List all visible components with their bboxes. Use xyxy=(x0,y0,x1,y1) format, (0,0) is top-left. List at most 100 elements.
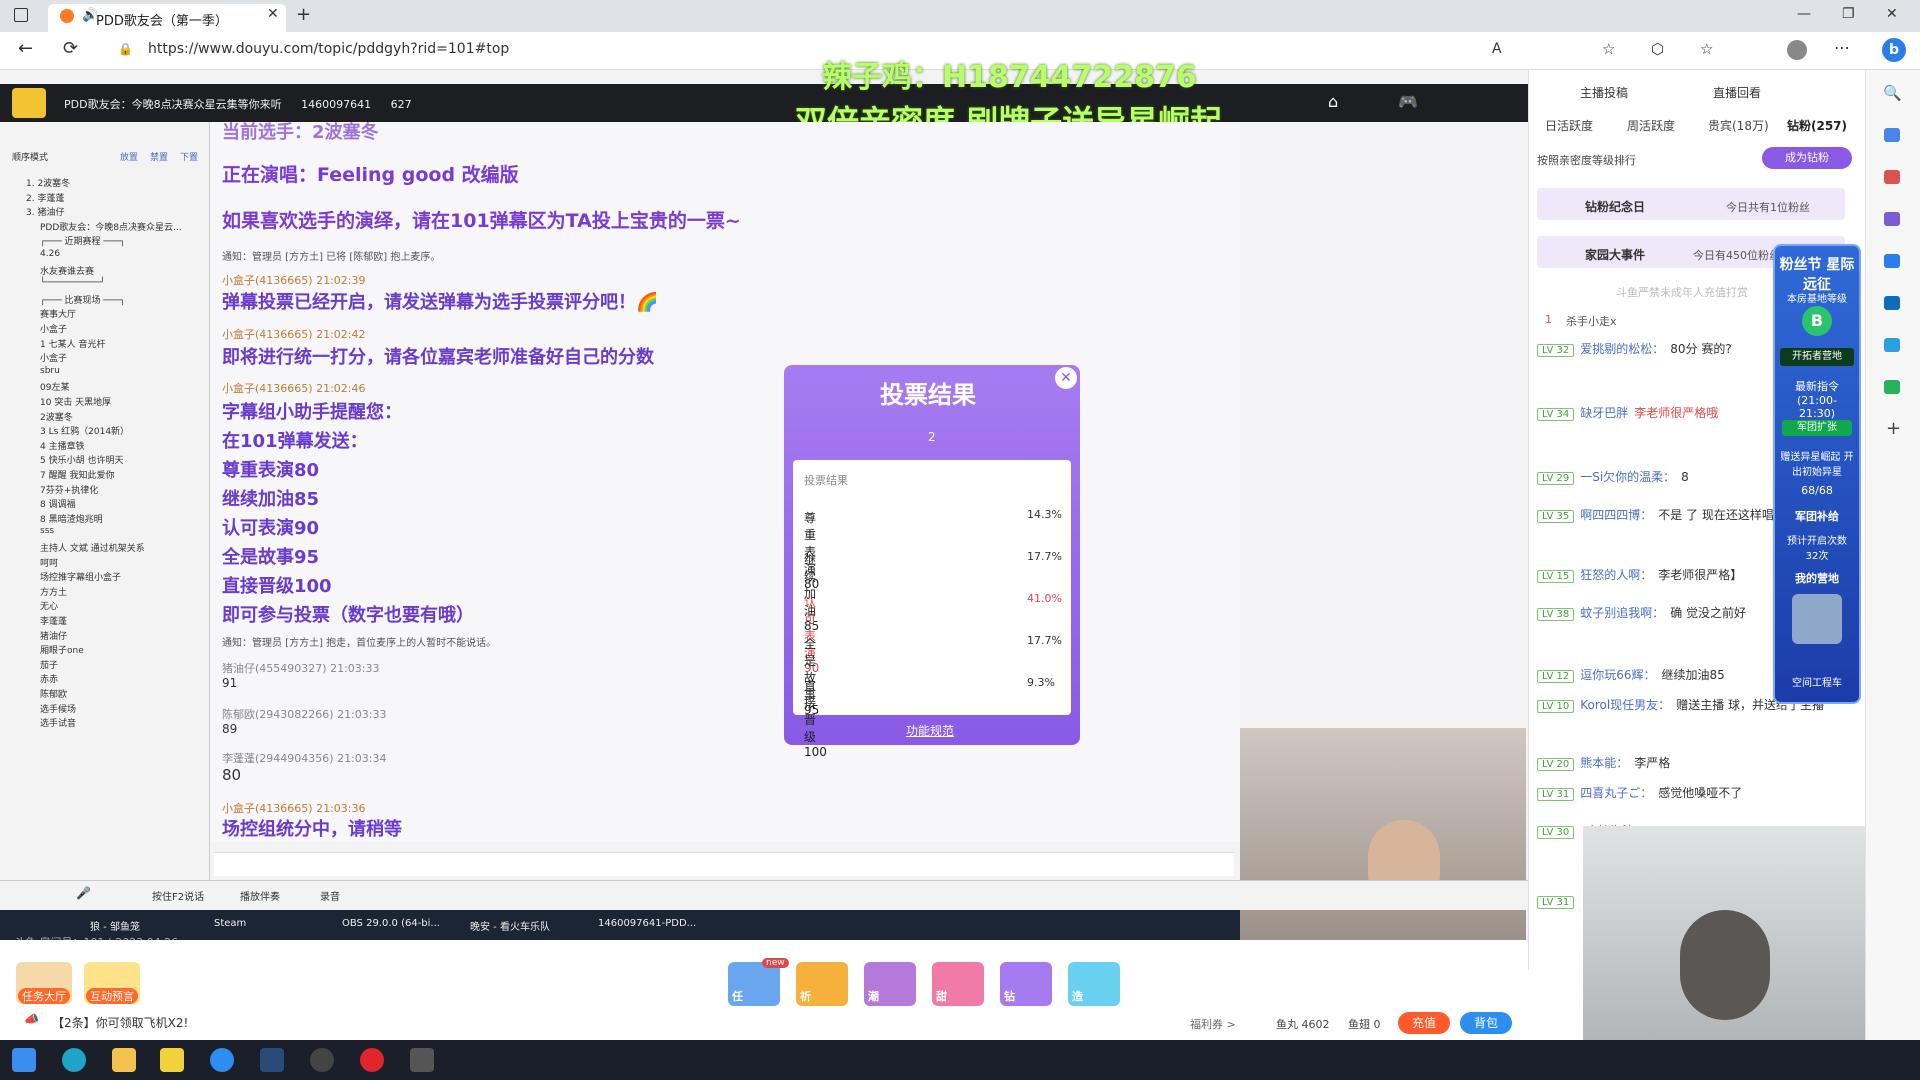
file-explorer-icon[interactable] xyxy=(112,1048,136,1072)
scene-item[interactable]: 选手试音 xyxy=(40,716,76,729)
scene-item[interactable]: 7芬芬+执律化 xyxy=(40,483,98,496)
tree-icon[interactable] xyxy=(1884,380,1900,394)
danmaku-row[interactable]: LV 35 啊四四四博： 不是 了 现在还这样唱 xyxy=(1537,506,1774,523)
danmaku-user[interactable]: 啊四四四博： xyxy=(1580,508,1652,522)
scene-item[interactable]: 3. 猪油仔 xyxy=(26,205,64,218)
game-icon[interactable]: 🎮 xyxy=(1398,92,1418,111)
tab-weekly[interactable]: 周活跃度 xyxy=(1627,117,1675,134)
restore-icon[interactable]: ❐ xyxy=(1842,6,1855,22)
danmaku-row[interactable]: LV 38 蚊子别追我啊： 确 觉没之前好 xyxy=(1537,604,1746,621)
read-aloud-icon[interactable]: A xyxy=(1492,41,1502,57)
tools-icon[interactable] xyxy=(1884,170,1900,184)
contribute-link[interactable]: 主播投稿 xyxy=(1580,84,1628,101)
scene-item[interactable]: ┌─── 近期赛程 ───┐ xyxy=(40,234,125,247)
rules-link[interactable]: 功能规范 xyxy=(906,722,954,739)
scene-item[interactable]: 赛事大厅 xyxy=(40,307,76,320)
scene-item[interactable]: 方方土 xyxy=(40,585,67,598)
scene-item[interactable]: 小盒子 xyxy=(40,322,67,335)
edge-icon[interactable] xyxy=(62,1048,86,1072)
danmaku-row[interactable]: LV 29 一Si欠你的温柔： 8 xyxy=(1537,468,1689,485)
scene-button-2[interactable]: 下置 xyxy=(180,150,198,163)
danmaku-row[interactable]: LV 12 逗你玩66辉： 继续加油85 xyxy=(1537,666,1725,683)
inner-taskbar-item[interactable]: 晚安 - 看火车乐队 xyxy=(470,918,550,933)
danmaku-row[interactable]: LV 20 熊本能： 李严格 xyxy=(1537,754,1670,771)
danmaku-user[interactable]: 逗你玩66辉： xyxy=(1580,668,1655,682)
outlook-icon[interactable] xyxy=(1884,296,1900,310)
modal-close-button[interactable]: ✕ xyxy=(1055,367,1077,389)
app-circle-icon[interactable] xyxy=(210,1048,234,1072)
scene-item[interactable]: 10 突击 天黑地厚 xyxy=(40,395,111,408)
inner-taskbar-item[interactable]: 1460097641-PDD... xyxy=(598,918,696,929)
refresh-icon[interactable]: ⟳ xyxy=(63,38,78,59)
office-icon[interactable] xyxy=(1884,254,1900,268)
send-icon[interactable] xyxy=(1884,338,1900,352)
danmaku-row[interactable]: LV 34 缺牙巴胖 李老师很严格哦 xyxy=(1537,404,1718,421)
collections-icon[interactable]: ☆ xyxy=(1700,40,1713,58)
welfare-link[interactable]: 福利券 > xyxy=(1190,1016,1236,1032)
tab-daily[interactable]: 日活跃度 xyxy=(1545,117,1593,134)
scene-item[interactable]: 5 快乐小胡 也许明天 xyxy=(40,453,123,466)
scene-item[interactable]: 4.26 xyxy=(40,249,60,259)
scene-item[interactable]: ┌─── 比赛现场 ───┐ xyxy=(40,293,125,306)
tab-vip[interactable]: 贵宾(18万) xyxy=(1708,117,1769,134)
scene-item[interactable]: 茄子 xyxy=(40,658,58,671)
danmaku-user[interactable]: 四喜丸子ご： xyxy=(1580,786,1652,800)
app-yellow-icon[interactable] xyxy=(160,1048,184,1072)
scene-item[interactable]: PDD歌友会：今晚8点决赛众星云... xyxy=(40,220,182,233)
favorite-icon[interactable]: ☆ xyxy=(1602,40,1615,58)
replay-link[interactable]: 直播回看 xyxy=(1713,84,1761,101)
army-button[interactable]: 军团扩张 xyxy=(1782,420,1852,436)
danmaku-user[interactable]: 爱挑剔的松松： xyxy=(1580,342,1664,356)
scene-item[interactable]: 陈郁欧 xyxy=(40,687,67,700)
steam-icon[interactable] xyxy=(260,1048,284,1072)
scene-item[interactable]: 赤赤 xyxy=(40,672,58,685)
chat-input[interactable] xyxy=(214,852,1234,876)
scene-item[interactable]: 1 七某人 音光杆 xyxy=(40,337,105,350)
scene-item[interactable]: 厢眼子one xyxy=(40,643,84,656)
tab-diamond[interactable]: 钻粉(257) xyxy=(1787,117,1847,134)
games-icon[interactable] xyxy=(1884,212,1900,226)
scene-item[interactable]: 李蓬蓬 xyxy=(40,614,67,627)
windows-start-icon[interactable] xyxy=(12,1048,36,1072)
scene-item[interactable]: 8 黑暗渣炮兆明 xyxy=(40,512,103,525)
scene-item[interactable]: └──────────┘ xyxy=(40,278,105,288)
profile-avatar[interactable] xyxy=(1787,40,1807,60)
scene-item[interactable]: 呵呵 xyxy=(40,556,58,569)
scene-item[interactable]: 选手候场 xyxy=(40,702,76,715)
back-icon[interactable]: ← xyxy=(18,38,33,59)
scene-item[interactable]: 8 调调福 xyxy=(40,497,76,510)
scene-button-1[interactable]: 禁置 xyxy=(150,150,168,163)
scene-item[interactable]: 4 主播章铁 xyxy=(40,439,85,452)
become-fan-button[interactable]: 成为钻粉 xyxy=(1762,147,1852,169)
bing-icon[interactable]: b xyxy=(1882,38,1906,62)
scene-item[interactable]: sss xyxy=(40,526,54,536)
backpack-button[interactable]: 背包 xyxy=(1460,1012,1512,1034)
inner-taskbar-item[interactable]: Steam xyxy=(214,918,246,929)
scene-item[interactable]: 小盒子 xyxy=(40,351,67,364)
minimize-icon[interactable]: — xyxy=(1797,6,1811,22)
danmaku-user[interactable]: 蚊子别追我啊： xyxy=(1580,606,1664,620)
scene-item[interactable]: 主持人 文斌 通过机架关系 xyxy=(40,541,145,554)
netease-music-icon[interactable] xyxy=(360,1048,384,1072)
play-music-button[interactable]: 播放伴奏 xyxy=(240,888,280,903)
scene-item[interactable]: 2. 李蓬蓬 xyxy=(26,191,64,204)
search-icon[interactable]: 🔍 xyxy=(1883,84,1902,102)
tab-actions-icon[interactable] xyxy=(14,8,28,22)
mic-icon[interactable]: 🎤 xyxy=(76,886,91,900)
inner-taskbar-item[interactable]: 狼 - 邹鱼笼 xyxy=(90,918,140,933)
danmaku-row[interactable]: LV 15 狂怒的人啊： 李老师很严格】 xyxy=(1537,566,1742,583)
new-tab-icon[interactable]: + xyxy=(296,4,311,25)
record-button[interactable]: 录音 xyxy=(320,888,340,903)
danmaku-user[interactable]: 缺牙巴胖 xyxy=(1580,406,1628,420)
danmaku-user[interactable]: 一Si欠你的温柔： xyxy=(1580,470,1675,484)
home-icon[interactable]: ⌂ xyxy=(1328,92,1338,111)
more-icon[interactable]: ⋯ xyxy=(1834,38,1850,57)
add-icon[interactable]: + xyxy=(1886,418,1901,439)
shopping-icon[interactable] xyxy=(1884,128,1900,142)
announcement[interactable]: 【2条】你可领取飞机X2! xyxy=(52,1014,188,1031)
inner-taskbar-item[interactable]: OBS 29.0.0 (64-bi... xyxy=(342,918,440,929)
scene-item[interactable]: 09左某 xyxy=(40,380,69,393)
scene-item[interactable]: 3 Ls 红鸦（2014新） xyxy=(40,424,129,437)
speaker-icon[interactable]: 🔊 xyxy=(82,8,98,23)
scene-button-0[interactable]: 放置 xyxy=(120,150,138,163)
